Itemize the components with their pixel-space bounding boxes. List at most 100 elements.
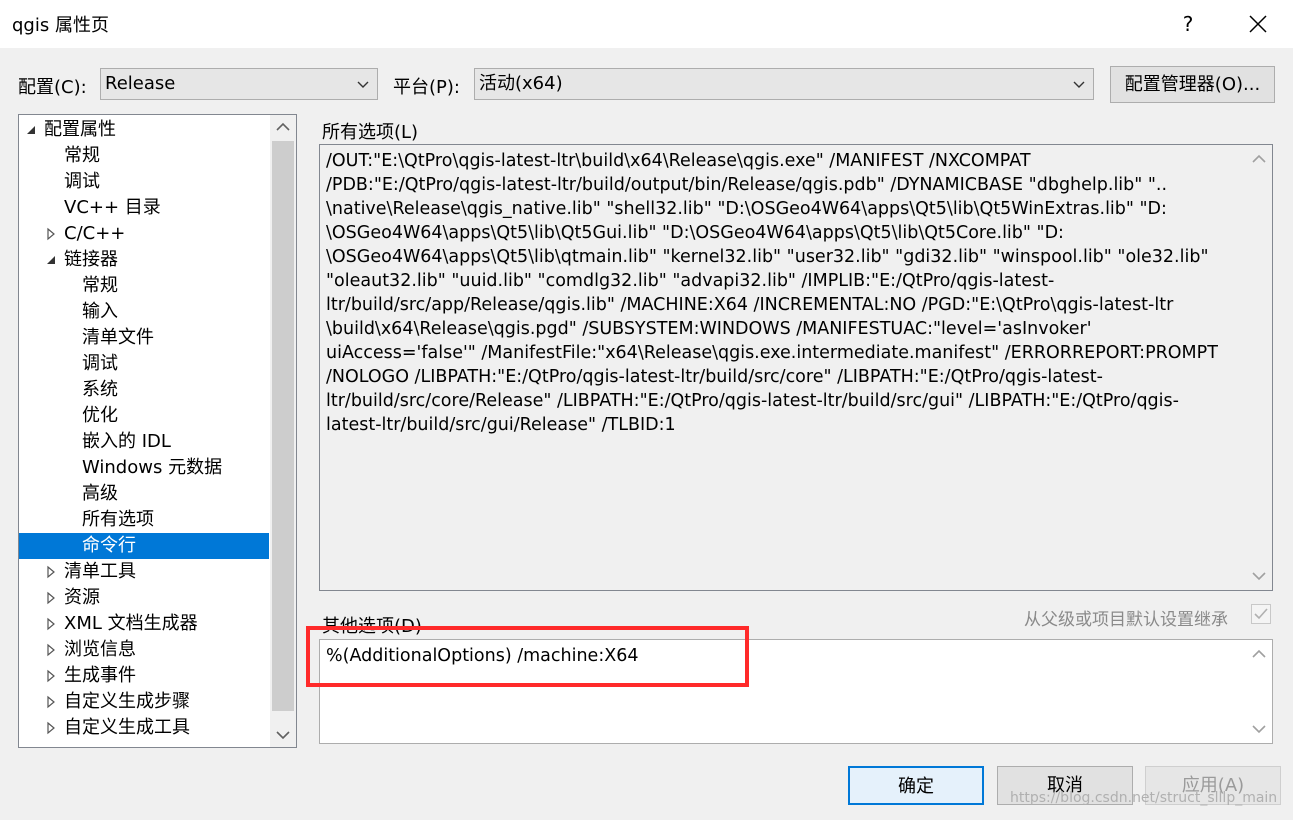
command-line-text: ltr/build/src/app/Release/qgis.lib" /MAC… xyxy=(326,295,1174,315)
tree-item[interactable]: 链接器 xyxy=(19,247,269,273)
window-title: qgis 属性页 xyxy=(12,15,109,36)
tree-item-label: VC++ 目录 xyxy=(64,197,161,218)
tree-item[interactable]: 生成事件 xyxy=(19,663,269,689)
tree-item[interactable]: 配置属性 xyxy=(19,117,269,143)
tree-item-label: 所有选项 xyxy=(82,509,154,530)
tree-item[interactable]: 资源 xyxy=(19,585,269,611)
tree-item[interactable]: 浏览信息 xyxy=(19,637,269,663)
tree-item[interactable]: 清单工具 xyxy=(19,559,269,585)
inherit-checkbox[interactable] xyxy=(1251,604,1271,624)
expanded-arrow-icon[interactable] xyxy=(45,253,57,267)
tree-item-label: 清单工具 xyxy=(64,561,136,582)
tree-item[interactable]: 高级 xyxy=(19,481,269,507)
tree-item-label: 浏览信息 xyxy=(64,639,136,660)
tree-item[interactable]: 嵌入的 IDL xyxy=(19,429,269,455)
platform-select[interactable]: 活动(x64) xyxy=(474,68,1094,100)
tree-item-label: 调试 xyxy=(64,171,100,192)
config-value: Release xyxy=(105,73,176,94)
title-bar: qgis 属性页 ? xyxy=(0,0,1293,48)
highlight-box xyxy=(306,626,749,687)
platform-label: 平台(P): xyxy=(393,77,460,98)
expanded-arrow-icon[interactable] xyxy=(25,123,37,137)
tree-item[interactable]: 系统 xyxy=(19,377,269,403)
tree-item-label: XML 文档生成器 xyxy=(64,613,198,634)
tree-item-label: 高级 xyxy=(82,483,118,504)
tree-item-label: 常规 xyxy=(64,145,100,166)
tree-item-label: 自定义生成步骤 xyxy=(64,691,190,712)
property-tree[interactable]: 配置属性 常规 调试 VC++ 目录 C/C++ 链接器 常规 输入 清单文件 调试 系统 优化 嵌入的… xyxy=(18,114,297,748)
platform-value: 活动(x64) xyxy=(479,73,563,94)
tree-item[interactable]: XML 文档生成器 xyxy=(19,611,269,637)
tree-item[interactable]: 命令行 xyxy=(19,533,269,559)
tree-item-label: 清单文件 xyxy=(82,327,154,348)
scroll-up-icon[interactable] xyxy=(1246,147,1272,171)
tree-item[interactable]: 调试 xyxy=(19,169,269,195)
collapsed-arrow-icon[interactable] xyxy=(45,695,57,709)
collapsed-arrow-icon[interactable] xyxy=(45,591,57,605)
command-line-text: /OUT:"E:\QtPro\qgis-latest-ltr\build\x64… xyxy=(326,151,1031,171)
tree-item[interactable]: 输入 xyxy=(19,299,269,325)
tree-item[interactable]: 常规 xyxy=(19,143,269,169)
tree-item[interactable]: C/C++ xyxy=(19,221,269,247)
ok-label: 确定 xyxy=(898,776,934,797)
scroll-up-icon[interactable] xyxy=(270,115,296,139)
command-line-text: \OSGeo4W64\apps\Qt5\lib\qtmain.lib" "ker… xyxy=(326,247,1209,267)
config-manager-button[interactable]: 配置管理器(O)... xyxy=(1110,66,1275,103)
tree-item-label: 链接器 xyxy=(64,249,118,270)
scroll-down-icon[interactable] xyxy=(1246,717,1272,741)
collapsed-arrow-icon[interactable] xyxy=(45,643,57,657)
all-options-scrollbar[interactable] xyxy=(1246,145,1272,590)
config-select[interactable]: Release xyxy=(100,68,378,100)
tree-item-label: 命令行 xyxy=(82,535,136,556)
command-line-text: \build\x64\Release\qgis.pgd" /SUBSYSTEM:… xyxy=(326,319,1092,339)
chevron-down-icon xyxy=(1073,81,1085,88)
command-line-text: \native\Release\qgis_native.lib" "shell3… xyxy=(326,199,1167,219)
tree-item-label: 输入 xyxy=(82,301,118,322)
tree-item-label: 调试 xyxy=(82,353,118,374)
command-line-text: ltr/build/src/core/Release" /LIBPATH:"E:… xyxy=(326,391,1179,411)
tree-item[interactable]: 自定义生成工具 xyxy=(19,715,269,741)
tree-item[interactable]: 清单文件 xyxy=(19,325,269,351)
collapsed-arrow-icon[interactable] xyxy=(45,721,57,735)
all-options-label: 所有选项(L) xyxy=(322,122,419,143)
help-button[interactable]: ? xyxy=(1172,8,1204,40)
tree-scroll-thumb[interactable] xyxy=(272,141,294,711)
command-line-text: uiAccess='false'" /ManifestFile:"x64\Rel… xyxy=(326,343,1218,363)
scroll-down-icon[interactable] xyxy=(270,723,296,747)
all-options-textbox[interactable]: /OUT:"E:\QtPro\qgis-latest-ltr\build\x64… xyxy=(319,144,1273,591)
tree-item[interactable]: 自定义生成步骤 xyxy=(19,689,269,715)
tree-item-label: 资源 xyxy=(64,587,100,608)
tree-item-label: 嵌入的 IDL xyxy=(82,431,171,452)
inherit-label: 从父级或项目默认设置继承 xyxy=(1024,610,1228,630)
tree-item[interactable]: 优化 xyxy=(19,403,269,429)
config-label: 配置(C): xyxy=(18,77,87,98)
collapsed-arrow-icon[interactable] xyxy=(45,227,57,241)
scroll-down-icon[interactable] xyxy=(1246,564,1272,588)
tree-item-label: C/C++ xyxy=(64,223,126,244)
tree-item[interactable]: VC++ 目录 xyxy=(19,195,269,221)
watermark: https://blog.csdn.net/struct_slllp_main xyxy=(1010,790,1278,806)
tree-item[interactable]: 所有选项 xyxy=(19,507,269,533)
other-options-scrollbar[interactable] xyxy=(1246,640,1272,743)
config-manager-label: 配置管理器(O)... xyxy=(1124,74,1261,95)
collapsed-arrow-icon[interactable] xyxy=(45,669,57,683)
tree-scrollbar[interactable] xyxy=(270,115,296,747)
close-button[interactable] xyxy=(1240,6,1276,42)
checkmark-icon xyxy=(1254,608,1268,620)
collapsed-arrow-icon[interactable] xyxy=(45,565,57,579)
collapsed-arrow-icon[interactable] xyxy=(45,617,57,631)
ok-button[interactable]: 确定 xyxy=(848,766,984,805)
scroll-up-icon[interactable] xyxy=(1246,642,1272,666)
command-line-text: /PDB:"E:/QtPro/qgis-latest-ltr/build/out… xyxy=(326,175,1168,195)
tree-item[interactable]: 常规 xyxy=(19,273,269,299)
tree-item-label: 自定义生成工具 xyxy=(64,717,190,738)
close-icon xyxy=(1249,15,1267,33)
command-line-text: "oleaut32.lib" "uuid.lib" "comdlg32.lib"… xyxy=(326,271,1055,291)
chevron-down-icon xyxy=(357,81,369,88)
tree-item-label: 系统 xyxy=(82,379,118,400)
help-icon: ? xyxy=(1182,12,1194,36)
tree-item[interactable]: 调试 xyxy=(19,351,269,377)
command-line-text: /NOLOGO /LIBPATH:"E:/QtPro/qgis-latest-l… xyxy=(326,367,1103,387)
tree-item[interactable]: Windows 元数据 xyxy=(19,455,269,481)
command-line-text: latest-ltr/build/src/gui/Release" /TLBID… xyxy=(326,415,676,435)
